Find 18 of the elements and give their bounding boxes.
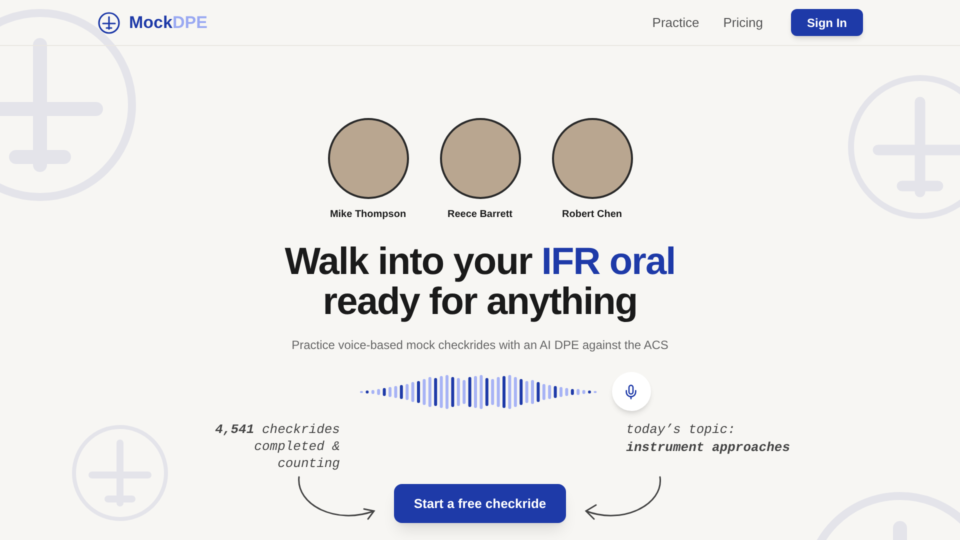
topic-note-value: instrument approaches [626,439,790,457]
microphone-icon [623,384,639,400]
sign-in-button[interactable]: Sign In [791,9,863,36]
brand-logo-text[interactable]: Mock [129,12,172,32]
start-checkride-button[interactable]: Start a free checkride [394,484,566,523]
examiner-name: Robert Chen [562,208,622,222]
examiner-name: Mike Thompson [330,208,406,222]
subtitle-text: Practice voice-based mock checkrides with an AI DPE against the ACS [292,337,668,354]
headline-text: Walk into your [284,241,532,283]
headline-text: ready for anything [322,281,638,323]
checkride-count-note: 4,541 checkrides completed & counting [214,421,340,472]
curved-arrow-icon [296,474,378,522]
headline-highlight: IFR oral [541,241,676,283]
nav-link[interactable]: Pricing [723,12,763,32]
microphone-button[interactable] [612,372,650,411]
examiner-name: Reece Barrett [447,208,513,222]
topic-note-label: today’s topic: [626,421,736,439]
nav-link[interactable]: Practice [652,12,700,32]
